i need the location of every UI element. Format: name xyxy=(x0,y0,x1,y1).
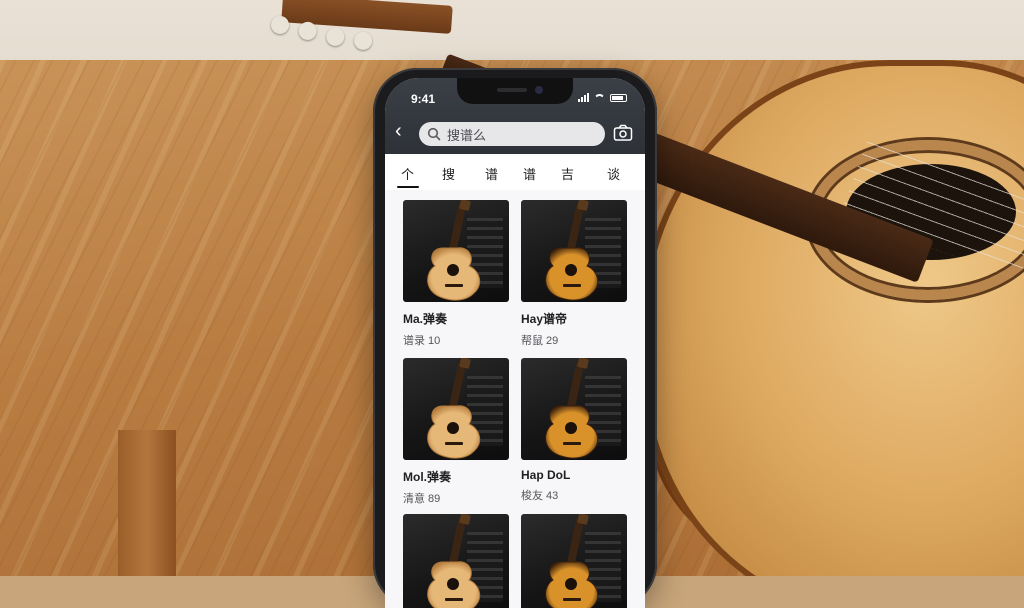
guitar-thumbnail xyxy=(521,358,627,460)
card-meta: 帮鼠 29 xyxy=(521,335,559,347)
category-tabs: 个 搜 谱 谱 吉 谈 xyxy=(385,154,645,191)
tab-item[interactable]: 谈 xyxy=(607,164,620,183)
search-icon xyxy=(427,127,441,141)
guitar-card[interactable] xyxy=(521,514,629,608)
signal-icon xyxy=(578,93,589,102)
guitar-card[interactable]: Hap DoL 梭友 43 xyxy=(521,358,629,503)
phone-notch xyxy=(457,78,573,104)
card-title: Hap DoL xyxy=(521,468,571,482)
guitar-thumbnail xyxy=(403,514,509,608)
search-placeholder: 搜谱么 xyxy=(447,127,487,143)
front-camera xyxy=(535,86,543,94)
back-chevron-icon[interactable]: ‹ xyxy=(395,121,409,142)
tab-item[interactable]: 谱 xyxy=(523,164,536,183)
guitar-card[interactable]: Ma.弹奏 谱录 10 xyxy=(403,200,511,348)
guitar-thumbnail xyxy=(521,514,627,608)
guitar-card[interactable]: Mol.弹奏 清意 89 xyxy=(403,358,511,506)
guitar-card[interactable]: Hay谱帝 帮鼠 29 xyxy=(521,200,629,348)
guitar-thumbnail xyxy=(403,358,509,460)
guitar-icon xyxy=(427,358,481,459)
battery-icon xyxy=(610,93,627,102)
card-title: Mol.弹奏 xyxy=(403,470,451,484)
guitar-thumbnail xyxy=(403,200,509,302)
card-meta: 梭友 43 xyxy=(521,490,559,502)
guitar-thumbnail xyxy=(521,200,627,302)
guitar-icon xyxy=(545,200,599,301)
card-meta: 清意 89 xyxy=(403,493,441,505)
tab-item[interactable]: 吉 xyxy=(561,164,574,183)
tab-item[interactable]: 搜 xyxy=(442,164,455,183)
wifi-icon xyxy=(594,94,605,102)
phone-device: 9:41 ‹ 搜谱么 个 搜 谱 谱 吉 谈 Ma.弹奏 谱录 10 Hay谱帝… xyxy=(373,68,657,608)
search-input[interactable]: 搜谱么 xyxy=(419,122,605,146)
status-icons xyxy=(578,93,627,102)
speaker xyxy=(497,88,527,92)
status-time: 9:41 xyxy=(411,92,436,106)
camera-icon[interactable] xyxy=(613,124,633,142)
card-title: Hay谱帝 xyxy=(521,312,568,326)
guitar-icon xyxy=(427,200,481,301)
table-leg xyxy=(118,430,176,576)
active-tab-indicator xyxy=(397,186,419,188)
guitar-icon xyxy=(545,514,599,608)
phone-screen: 9:41 ‹ 搜谱么 个 搜 谱 谱 吉 谈 Ma.弹奏 谱录 10 Hay谱帝… xyxy=(385,78,645,608)
tab-item[interactable]: 谱 xyxy=(485,164,498,183)
guitar-icon xyxy=(545,358,599,459)
guitar-icon xyxy=(427,514,481,608)
tab-item[interactable]: 个 xyxy=(401,164,414,183)
guitar-card[interactable] xyxy=(403,514,511,608)
card-title: Ma.弹奏 xyxy=(403,312,448,326)
guitar-grid: Ma.弹奏 谱录 10 Hay谱帝 帮鼠 29 Mol.弹奏 清意 89 Hap… xyxy=(385,190,645,608)
card-meta: 谱录 10 xyxy=(403,335,441,347)
